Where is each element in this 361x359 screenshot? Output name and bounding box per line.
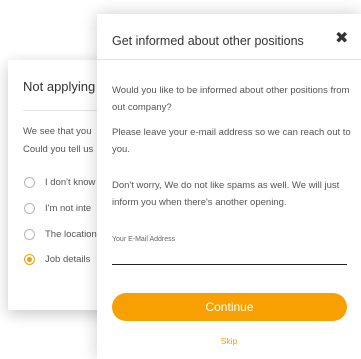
reason-option-location[interactable]: The location xyxy=(24,227,97,241)
radio-selected-icon[interactable] xyxy=(24,253,35,265)
option-label: I don't know xyxy=(45,176,96,188)
panel-body-line: We see that you xyxy=(23,126,92,137)
intro-paragraph: Would you like to be informed about othe… xyxy=(112,85,350,113)
reason-option-job-details[interactable]: Job details xyxy=(24,252,90,266)
email-field[interactable] xyxy=(112,248,347,265)
radio-icon[interactable] xyxy=(24,202,35,214)
skip-link[interactable]: Skip xyxy=(97,336,361,346)
radio-icon[interactable] xyxy=(24,228,35,240)
modal-title: Get informed about other positions xyxy=(112,34,304,48)
email-request-paragraph: Please leave your e-mail address so we c… xyxy=(112,127,351,155)
reason-option-not-interested[interactable]: I'm not inte xyxy=(24,201,91,215)
panel-title: Not applying xyxy=(23,79,96,94)
no-spam-paragraph: Don't worry, We do not like spams as wel… xyxy=(112,180,340,208)
email-field-label: Your E-Mail Address xyxy=(112,236,176,243)
option-label: I'm not inte xyxy=(45,202,92,214)
continue-button[interactable]: Continue xyxy=(112,293,347,321)
panel-body-text: We see that you Could you tell us xyxy=(23,123,93,159)
positions-modal: Get informed about other positions ✖ Wou… xyxy=(97,14,361,359)
reason-option-dont-know[interactable]: I don't know xyxy=(24,175,95,189)
option-label: The location xyxy=(45,228,97,240)
modal-divider xyxy=(97,59,361,60)
close-icon[interactable]: ✖ xyxy=(335,31,348,47)
radio-icon[interactable] xyxy=(24,176,35,188)
option-label: Job details xyxy=(45,253,91,265)
panel-body-line: Could you tell us xyxy=(23,144,94,155)
